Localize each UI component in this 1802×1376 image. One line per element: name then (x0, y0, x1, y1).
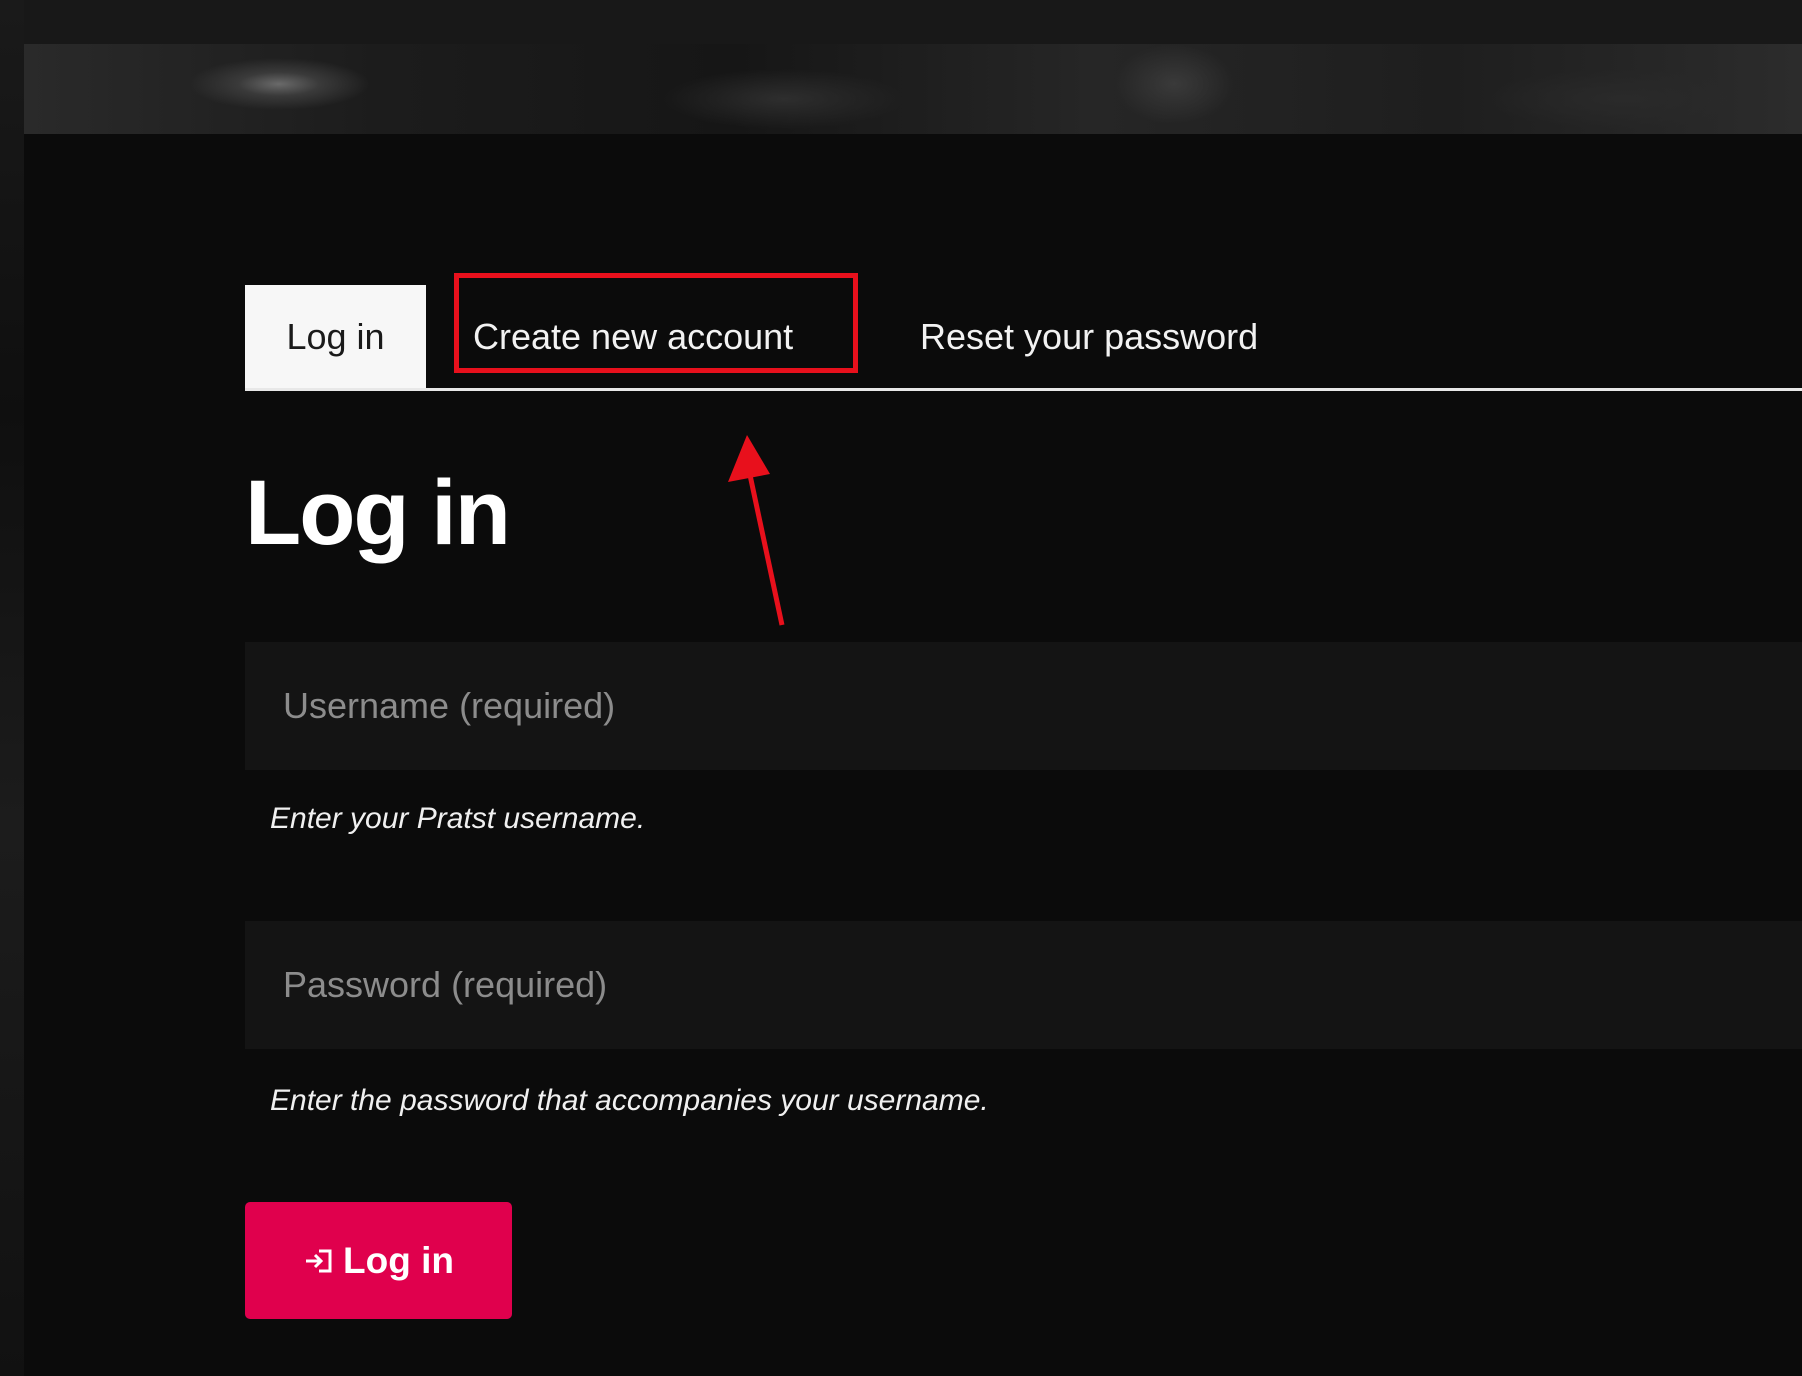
annotation-arrow-icon (728, 435, 785, 626)
username-input[interactable] (245, 642, 1802, 770)
password-input[interactable] (245, 921, 1802, 1049)
tabs-underline (245, 388, 1802, 391)
tab-reset-password[interactable]: Reset your password (920, 285, 1258, 388)
username-help-text: Enter your Pratst username. (270, 802, 646, 835)
page-title: Log in (245, 462, 511, 564)
left-edge (0, 0, 24, 1376)
top-strip (0, 0, 1802, 44)
log-in-button[interactable]: Log in (245, 1202, 512, 1319)
password-help-text: Enter the password that accompanies your… (270, 1084, 989, 1117)
login-icon (306, 1249, 332, 1272)
annotation-highlight-box (454, 273, 858, 373)
log-in-button-label: Log in (343, 1239, 454, 1281)
tab-log-in[interactable]: Log in (245, 285, 426, 388)
hero-banner (24, 44, 1802, 134)
